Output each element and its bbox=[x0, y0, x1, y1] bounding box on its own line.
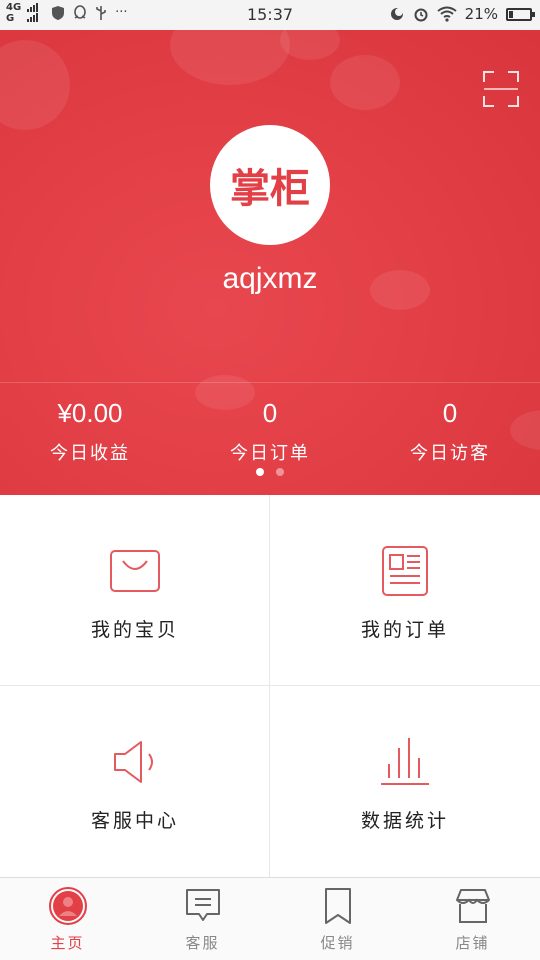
chat-icon bbox=[185, 889, 220, 921]
page-dot[interactable] bbox=[276, 468, 284, 476]
decorative-bubble bbox=[0, 40, 70, 130]
stat-today-orders[interactable]: 0 今日订单 bbox=[180, 395, 360, 465]
grid-item-my-products[interactable]: 我的宝贝 bbox=[0, 495, 270, 686]
tab-customer-service[interactable]: 客服 bbox=[135, 878, 270, 960]
stat-label: 今日订单 bbox=[230, 443, 310, 464]
do-not-disturb-icon bbox=[390, 8, 403, 20]
battery-percent: 21% bbox=[464, 5, 498, 23]
grid-item-statistics[interactable]: 数据统计 bbox=[270, 686, 540, 877]
battery-fill bbox=[509, 10, 513, 18]
scan-icon[interactable] bbox=[482, 70, 520, 108]
grid-item-label: 我的宝贝 bbox=[90, 619, 179, 641]
status-bar: 4G G ··· 15:37 21% bbox=[0, 0, 540, 30]
stat-label: 今日访客 bbox=[410, 443, 490, 464]
store-icon bbox=[455, 889, 490, 923]
stat-label: 今日收益 bbox=[50, 443, 130, 464]
stat-value: 0 bbox=[262, 398, 278, 428]
logo-text: 掌柜 bbox=[230, 165, 310, 212]
grid-divider-horizontal bbox=[0, 685, 540, 686]
order-document-icon bbox=[382, 546, 428, 596]
tab-label: 促销 bbox=[320, 934, 355, 952]
decorative-bubble bbox=[280, 30, 340, 60]
bookmark-icon bbox=[324, 888, 351, 924]
grid-item-customer-service[interactable]: 客服中心 bbox=[0, 686, 270, 877]
battery-icon bbox=[506, 7, 535, 21]
grid-item-label: 我的订单 bbox=[360, 619, 449, 641]
page-indicator bbox=[0, 468, 540, 476]
tab-label: 主页 bbox=[50, 934, 85, 952]
shop-logo[interactable]: 掌柜 bbox=[210, 125, 330, 245]
grid-item-label: 客服中心 bbox=[90, 810, 179, 832]
tab-promotion[interactable]: 促销 bbox=[270, 878, 405, 960]
stat-value: 0 bbox=[442, 398, 458, 428]
wifi-icon bbox=[437, 6, 457, 22]
feature-grid: 我的宝贝 我的订单 客服中心 数据统计 bbox=[0, 495, 540, 877]
bar-chart-icon bbox=[381, 738, 429, 785]
alarm-icon bbox=[414, 8, 428, 22]
decorative-bubble bbox=[330, 55, 400, 110]
shopping-bag-icon bbox=[110, 550, 160, 592]
page-dot-active[interactable] bbox=[256, 468, 264, 476]
grid-divider-vertical bbox=[269, 495, 270, 877]
stat-value: ¥0.00 bbox=[57, 398, 123, 428]
stat-today-visitors[interactable]: 0 今日访客 bbox=[360, 395, 540, 465]
tab-store[interactable]: 店铺 bbox=[405, 878, 540, 960]
grid-item-label: 数据统计 bbox=[360, 810, 449, 832]
decorative-bubble bbox=[170, 30, 290, 85]
divider bbox=[0, 382, 540, 383]
bottom-tab-bar: 主页 客服 促销 店铺 bbox=[0, 877, 540, 960]
home-avatar-icon bbox=[48, 887, 87, 925]
grid-item-my-orders[interactable]: 我的订单 bbox=[270, 495, 540, 686]
profile-header: 掌柜 aqjxmz ¥0.00 今日收益 0 今日订单 0 今日访客 bbox=[0, 30, 540, 495]
speaker-icon bbox=[114, 741, 153, 783]
tab-home[interactable]: 主页 bbox=[0, 878, 135, 960]
stats-row: ¥0.00 今日收益 0 今日订单 0 今日访客 bbox=[0, 395, 540, 465]
tab-label: 店铺 bbox=[455, 934, 490, 952]
tab-label: 客服 bbox=[185, 934, 220, 952]
username: aqjxmz bbox=[222, 262, 318, 295]
stat-today-income[interactable]: ¥0.00 今日收益 bbox=[0, 395, 180, 465]
status-bar-right: 21% bbox=[389, 5, 535, 23]
